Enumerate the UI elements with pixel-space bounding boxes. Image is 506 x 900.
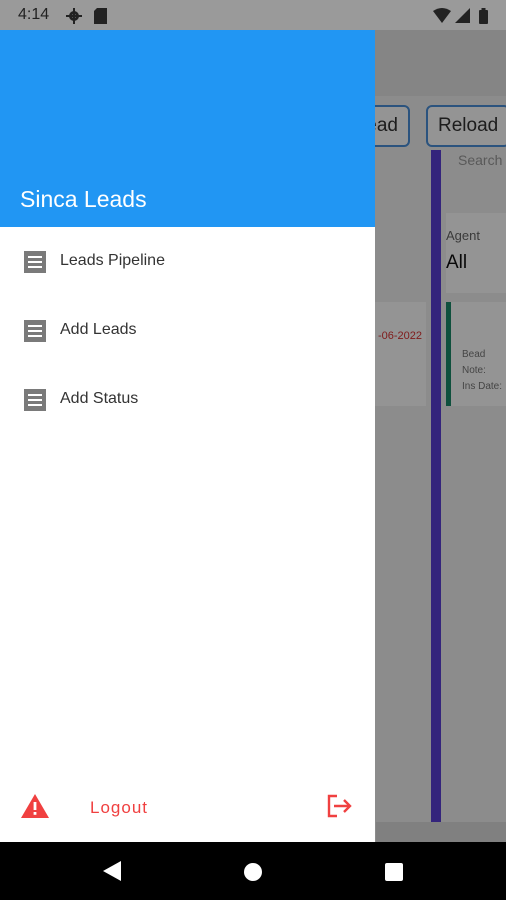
menu-item-label: Leads Pipeline	[60, 252, 165, 269]
menu-item-leads-pipeline[interactable]: Leads Pipeline	[0, 233, 375, 293]
back-icon[interactable]	[103, 861, 121, 881]
app-title: Sinca Leads	[20, 186, 147, 212]
menu-item-label: Add Status	[60, 390, 139, 407]
system-nav-bar	[0, 842, 506, 900]
logout-button[interactable]: Logout	[90, 798, 148, 818]
recents-icon[interactable]	[385, 863, 403, 881]
list-icon	[24, 320, 46, 342]
home-icon[interactable]	[244, 863, 262, 881]
menu-item-label: Add Leads	[60, 321, 137, 338]
status-time: 4:14	[18, 6, 50, 23]
status-bar: 4:14	[0, 0, 506, 30]
settings-icon	[66, 8, 82, 24]
logout-row[interactable]: Logout	[0, 785, 375, 829]
sim-card-icon	[94, 8, 107, 24]
menu-item-add-status[interactable]: Add Status	[0, 371, 375, 431]
logout-icon[interactable]	[327, 794, 353, 818]
warning-icon	[21, 794, 49, 818]
battery-icon	[479, 8, 488, 24]
list-icon	[24, 389, 46, 411]
signal-icon	[455, 8, 470, 23]
list-icon	[24, 251, 46, 273]
menu-item-add-leads[interactable]: Add Leads	[0, 302, 375, 362]
wifi-icon	[433, 8, 451, 23]
drawer-header: Sinca Leads	[0, 30, 375, 227]
navigation-drawer: Sinca Leads Leads Pipeline Add Leads Add…	[0, 30, 375, 842]
